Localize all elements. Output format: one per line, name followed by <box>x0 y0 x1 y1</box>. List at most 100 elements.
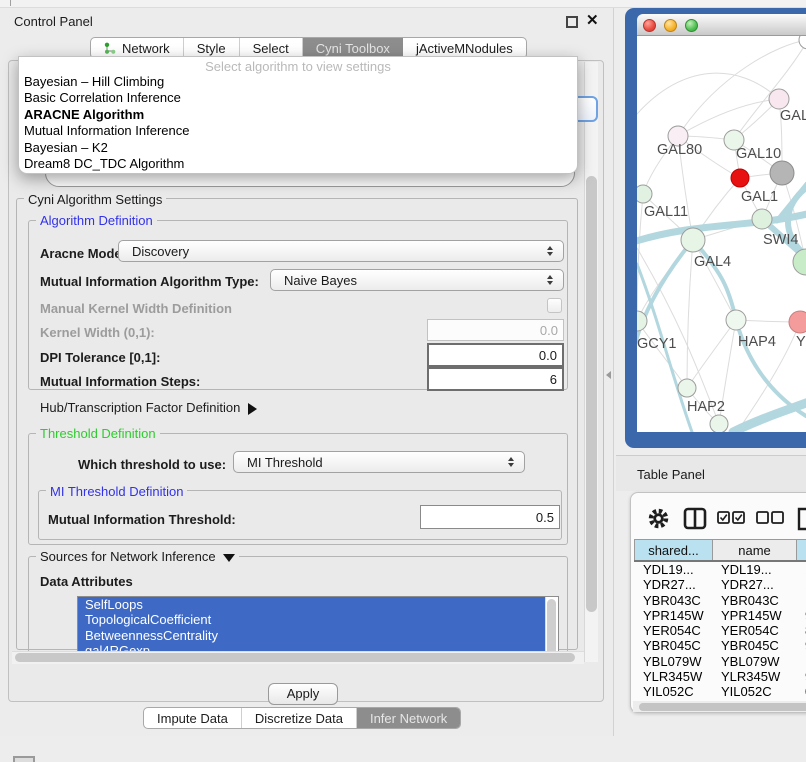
table-row[interactable]: YDL19...YDL19...13 <box>634 562 806 577</box>
table-cell <box>796 654 806 669</box>
apply-button[interactable]: Apply <box>268 683 338 705</box>
network-edge <box>687 320 736 388</box>
export-table-icon[interactable] <box>796 507 806 536</box>
table-cell: 13 <box>796 562 806 577</box>
network-node[interactable] <box>789 311 806 333</box>
data-attributes-list: SelfLoopsTopologicalCoefficientBetweenne… <box>77 596 559 658</box>
table-row[interactable]: YER054CYER054C8. <box>634 623 806 638</box>
network-window-titlebar[interactable] <box>637 14 806 36</box>
float-window-icon[interactable] <box>566 16 578 28</box>
table-cell <box>796 593 806 608</box>
tab-impute-data[interactable]: Impute Data <box>144 708 242 728</box>
tab-discretize-data[interactable]: Discretize Data <box>242 708 357 728</box>
expanded-triangle-icon <box>223 554 235 562</box>
column-header-shared-[interactable]: shared... <box>634 540 712 560</box>
tab-network[interactable]: Network <box>91 38 184 58</box>
dpi-tolerance-input[interactable]: 0.0 <box>427 343 564 367</box>
table-cell: YBR045C <box>712 638 796 653</box>
table-row[interactable]: YBR045CYBR045C9. <box>634 638 806 653</box>
network-edge <box>734 40 806 140</box>
aracne-mode-select[interactable]: Discovery <box>118 240 564 262</box>
tab-cyni-toolbox[interactable]: Cyni Toolbox <box>303 38 403 58</box>
network-node[interactable] <box>681 228 705 252</box>
algorithm-option[interactable]: Bayesian – K2 <box>19 140 577 156</box>
column-header-a[interactable]: A <box>796 540 806 560</box>
table-cell: 9. <box>796 669 806 684</box>
algorithm-option[interactable]: Dream8 DC_TDC Algorithm <box>19 156 577 172</box>
algorithm-dropdown-popup: Select algorithm to view settings Bayesi… <box>18 56 578 174</box>
algorithm-option[interactable]: Mutual Information Inference <box>19 123 577 139</box>
manual-kernel-checkbox[interactable] <box>547 298 562 313</box>
network-node[interactable] <box>769 89 789 109</box>
table-row[interactable]: YDR27...YDR27...12 <box>634 577 806 592</box>
tab-select[interactable]: Select <box>240 38 303 58</box>
network-node[interactable] <box>710 415 728 432</box>
node-label: GAL80 <box>657 142 702 158</box>
sources-title[interactable]: Sources for Network Inference <box>36 549 239 564</box>
table-cell: YBL079W <box>712 654 796 669</box>
bottom-left-widget-fragment <box>13 756 35 762</box>
hub-definition-toggle[interactable]: Hub/Transcription Factor Definition <box>40 400 257 415</box>
gear-icon[interactable] <box>647 507 670 535</box>
network-canvas[interactable]: GALGAL80GAL10GAL1GAL11SWI4GAL4HAP4YGCY1H… <box>637 36 806 432</box>
network-node[interactable] <box>793 249 806 275</box>
algorithm-option[interactable]: Basic Correlation Inference <box>19 90 577 106</box>
list-scrollbar-track[interactable] <box>545 597 558 658</box>
network-node[interactable] <box>678 379 696 397</box>
tab-style[interactable]: Style <box>184 38 240 58</box>
table-horizontal-scrollbar-track[interactable] <box>633 701 806 712</box>
columns-icon[interactable] <box>683 507 707 535</box>
network-edge <box>637 321 687 388</box>
mi-steps-input[interactable]: 6 <box>427 367 564 391</box>
dropdown-placeholder: Select algorithm to view settings <box>19 57 577 74</box>
collapsed-triangle-icon <box>248 403 257 415</box>
table-toolbar <box>631 503 806 535</box>
network-node[interactable] <box>731 169 749 187</box>
node-label: GAL1 <box>741 189 778 205</box>
table-horizontal-scrollbar-thumb[interactable] <box>639 703 806 711</box>
settings-horizontal-scrollbar-thumb[interactable] <box>15 653 575 662</box>
node-label: GCY1 <box>637 336 677 352</box>
network-node[interactable] <box>726 310 746 330</box>
mi-algorithm-type-select[interactable]: Naive Bayes <box>270 269 564 291</box>
table-row[interactable]: YLR345WYLR345W9. <box>634 669 806 684</box>
close-icon[interactable]: ✕ <box>586 11 599 29</box>
mi-threshold-input[interactable]: 0.5 <box>420 505 560 529</box>
network-edge <box>693 240 736 320</box>
data-attribute-item[interactable]: BetweennessCentrality <box>78 628 545 643</box>
node-label: GAL <box>780 108 806 124</box>
table-row[interactable]: YBR043CYBR043C <box>634 593 806 608</box>
algorithm-option[interactable]: ARACNE Algorithm <box>19 107 577 123</box>
tab-jactivemnodules[interactable]: jActiveMNodules <box>403 38 526 58</box>
algorithm-option[interactable]: Bayesian – Hill Climbing <box>19 74 577 90</box>
data-attributes-label: Data Attributes <box>40 574 133 589</box>
table-row[interactable]: YBL079WYBL079W <box>634 654 806 669</box>
zoom-traffic-light-icon[interactable] <box>685 19 698 32</box>
select-all-checkboxes-icon[interactable] <box>717 511 745 530</box>
tab-infer-network[interactable]: Infer Network <box>357 708 460 728</box>
network-node[interactable] <box>637 185 652 203</box>
network-edge <box>678 99 779 136</box>
table-row[interactable]: YPR145WYPR145W9. <box>634 608 806 623</box>
column-header-name[interactable]: name <box>712 540 796 560</box>
panel-splitter-handle[interactable] <box>606 371 611 379</box>
network-node[interactable] <box>799 36 806 49</box>
which-threshold-select[interactable]: MI Threshold <box>233 451 525 473</box>
data-attribute-item[interactable]: SelfLoops <box>78 597 545 612</box>
table-cell: YDL19... <box>712 562 796 577</box>
node-label: Y <box>796 334 806 350</box>
list-scrollbar-thumb[interactable] <box>547 599 556 655</box>
kernel-width-input[interactable]: 0.0 <box>427 319 564 341</box>
table-cell: YER054C <box>712 623 796 638</box>
data-attribute-item[interactable]: TopologicalCoefficient <box>78 612 545 627</box>
network-node[interactable] <box>752 209 772 229</box>
deselect-all-checkboxes-icon[interactable] <box>756 511 784 530</box>
settings-vertical-scrollbar-thumb[interactable] <box>586 176 597 612</box>
network-edge <box>687 240 693 388</box>
table-cell: YDR27... <box>712 577 796 592</box>
close-traffic-light-icon[interactable] <box>643 19 656 32</box>
table-cell: YPR145W <box>712 608 796 623</box>
table-row[interactable]: YIL052CYIL052C0. <box>634 684 806 699</box>
minimize-traffic-light-icon[interactable] <box>664 19 677 32</box>
network-node[interactable] <box>770 161 794 185</box>
